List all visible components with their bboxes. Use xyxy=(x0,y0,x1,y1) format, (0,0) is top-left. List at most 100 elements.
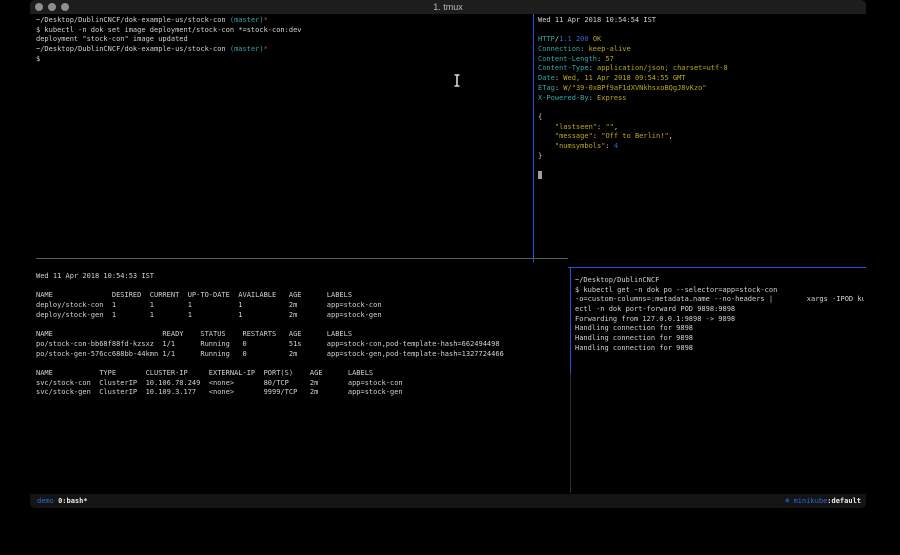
text-segment: 1.1 xyxy=(559,35,572,43)
text-segment: -o=custom-columns=:metadata.name --no-he… xyxy=(575,295,864,303)
text-segment xyxy=(538,123,555,131)
terminal-line: -o=custom-columns=:metadata.name --no-he… xyxy=(575,295,864,305)
terminal-line: Handling connection for 9898 xyxy=(575,324,864,334)
terminal-line: X-Powered-By: Express xyxy=(538,94,864,104)
text-segment: ~/Desktop/DublinCNCF/dok-example-us/stoc… xyxy=(36,45,230,53)
text-segment: 57 xyxy=(605,55,613,63)
pane-divider-horizontal-left[interactable] xyxy=(36,258,568,259)
terminal-line xyxy=(538,171,864,181)
text-segment: po/stock-con-bb68f88fd-kzsxz 1/1 Running… xyxy=(36,340,500,348)
text-segment: * xyxy=(264,45,268,53)
text-segment: $ xyxy=(36,55,40,63)
text-segment: Wed, 11 Apr 2018 09:54:55 GMT xyxy=(563,74,685,82)
text-segment: 200 xyxy=(576,35,589,43)
tmux-pane-bottom-right[interactable]: ~/Desktop/DublinCNCF$ kubectl get -n dok… xyxy=(575,276,864,492)
pane-divider-vertical-bottom-active-segment[interactable] xyxy=(570,267,571,373)
text-segment: ETag xyxy=(538,84,555,92)
terminal-line: Date: Wed, 11 Apr 2018 09:54:55 GMT xyxy=(538,74,864,84)
pane-divider-vertical-bottom[interactable] xyxy=(570,373,571,493)
desktop-background: { "window": { "title": "1. tmux" }, "col… xyxy=(0,0,900,555)
text-segment: , xyxy=(669,132,673,140)
window-title: 1. tmux xyxy=(30,2,866,12)
terminal-cursor xyxy=(538,171,542,179)
terminal-line: ~/Desktop/DublinCNCF/dok-example-us/stoc… xyxy=(36,45,531,55)
text-segment: HTTP xyxy=(538,35,555,43)
terminal-line: po/stock-gen-576cc688bb-44kmn 1/1 Runnin… xyxy=(36,350,568,360)
terminal-line: $ kubectl -n dok set image deployment/st… xyxy=(36,26,531,36)
terminal-line xyxy=(36,282,568,292)
text-segment: W/"39-0xBPf9aF1dXVNkhsxoBQgJ8vKzo" xyxy=(563,84,706,92)
text-segment: NAME TYPE CLUSTER-IP EXTERNAL-IP PORT(S)… xyxy=(36,369,373,377)
text-segment: Handling connection for 9898 xyxy=(575,334,693,342)
terminal-line: } xyxy=(538,152,864,162)
text-segment: "" xyxy=(605,123,613,131)
text-segment: } xyxy=(538,152,542,160)
text-segment: (master) xyxy=(230,16,264,24)
text-segment: Wed 11 Apr 2018 10:54:54 IST xyxy=(538,16,656,24)
status-right: ☸ minikube:default xyxy=(785,494,861,508)
terminal-line: ectl -n dok port-forward POD 9898:9898 xyxy=(575,305,864,315)
tmux-status-bar: demo 0:bash* ☸ minikube:default xyxy=(30,494,866,508)
text-segment: po/stock-gen-576cc688bb-44kmn 1/1 Runnin… xyxy=(36,350,504,358)
text-segment: * xyxy=(264,16,268,24)
terminal-line: ETag: W/"39-0xBPf9aF1dXVNkhsxoBQgJ8vKzo" xyxy=(538,84,864,94)
text-segment: NAME DESIRED CURRENT UP-TO-DATE AVAILABL… xyxy=(36,291,352,299)
text-segment: : xyxy=(605,142,613,150)
terminal-line: Wed 11 Apr 2018 10:54:54 IST xyxy=(538,16,864,26)
terminal-line: Content-Type: application/json; charset=… xyxy=(538,64,864,74)
terminal-line: ~/Desktop/DublinCNCF/dok-example-us/stoc… xyxy=(36,16,531,26)
text-segment: "numsymbols" xyxy=(555,142,606,150)
text-segment: NAME READY STATUS RESTARTS AGE LABELS xyxy=(36,330,352,338)
text-segment: (master) xyxy=(230,45,264,53)
pane-divider-horizontal-right-active[interactable] xyxy=(568,267,866,268)
terminal-line: Connection: keep-alive xyxy=(538,45,864,55)
text-segment: deploy/stock-con 1 1 1 1 2m app=stock-co… xyxy=(36,301,382,309)
text-segment xyxy=(538,132,555,140)
terminal-line: deployment "stock-con" image updated xyxy=(36,35,531,45)
terminal-line xyxy=(538,26,864,36)
kubernetes-wheel-icon: ☸ xyxy=(785,497,793,505)
terminal-line: Wed 11 Apr 2018 10:54:53 IST xyxy=(36,272,568,282)
terminal-line: svc/stock-gen ClusterIP 10.109.3.177 <no… xyxy=(36,388,568,398)
tmux-window-item[interactable]: 0:bash* xyxy=(58,497,88,505)
pane-divider-vertical-top-active[interactable] xyxy=(533,14,534,262)
text-segment: : xyxy=(589,64,597,72)
text-segment: Express xyxy=(597,94,627,102)
terminal-line: svc/stock-con ClusterIP 10.106.78.249 <n… xyxy=(36,379,568,389)
text-segment: svc/stock-con ClusterIP 10.106.78.249 <n… xyxy=(36,379,403,387)
terminal-line: NAME READY STATUS RESTARTS AGE LABELS xyxy=(36,330,568,340)
text-segment: "message" xyxy=(555,132,593,140)
text-segment: $ kubectl get -n dok po --selector=app=s… xyxy=(575,286,777,294)
tmux-session-name: demo xyxy=(37,497,54,505)
text-segment: keep-alive xyxy=(589,45,631,53)
text-segment: X-Powered-By xyxy=(538,94,589,102)
terminal-window: 1. tmux ~/Desktop/DublinCNCF/dok-example… xyxy=(30,0,866,508)
text-segment: Connection xyxy=(538,45,580,53)
text-segment: application/json; charset=utf-8 xyxy=(597,64,728,72)
terminal-line: deploy/stock-con 1 1 1 1 2m app=stock-co… xyxy=(36,301,568,311)
kube-context: minikube xyxy=(794,497,828,505)
tmux-pane-bottom-left[interactable]: Wed 11 Apr 2018 10:54:53 IST NAME DESIRE… xyxy=(36,272,568,492)
text-segment: { xyxy=(538,113,542,121)
tmux-pane-top-right[interactable]: Wed 11 Apr 2018 10:54:54 IST HTTP/1.1 20… xyxy=(538,16,864,260)
text-segment: : xyxy=(589,94,597,102)
terminal-line: "message": "Off to Berlin!", xyxy=(538,132,864,142)
terminal-line xyxy=(36,320,568,330)
terminal-line: deploy/stock-gen 1 1 1 1 2m app=stock-ge… xyxy=(36,311,568,321)
terminal-line xyxy=(538,103,864,113)
terminal-line: Content-Length: 57 xyxy=(538,55,864,65)
text-segment: Handling connection for 9898 xyxy=(575,324,693,332)
terminal-line: ~/Desktop/DublinCNCF xyxy=(575,276,864,286)
text-segment: ~/Desktop/DublinCNCF/dok-example-us/stoc… xyxy=(36,16,230,24)
terminal-line: $ kubectl get -n dok po --selector=app=s… xyxy=(575,286,864,296)
terminal-line: HTTP/1.1 200 OK xyxy=(538,35,864,45)
terminal-line: NAME DESIRED CURRENT UP-TO-DATE AVAILABL… xyxy=(36,291,568,301)
terminal-line: "numsymbols": 4 xyxy=(538,142,864,152)
text-segment: , xyxy=(614,123,618,131)
text-segment: Wed 11 Apr 2018 10:54:53 IST xyxy=(36,272,154,280)
text-segment: Content-Length xyxy=(538,55,597,63)
tmux-pane-top-left[interactable]: ~/Desktop/DublinCNCF/dok-example-us/stoc… xyxy=(36,16,531,256)
text-segment: : xyxy=(593,132,601,140)
window-titlebar[interactable]: 1. tmux xyxy=(30,0,866,14)
text-segment xyxy=(538,142,555,150)
